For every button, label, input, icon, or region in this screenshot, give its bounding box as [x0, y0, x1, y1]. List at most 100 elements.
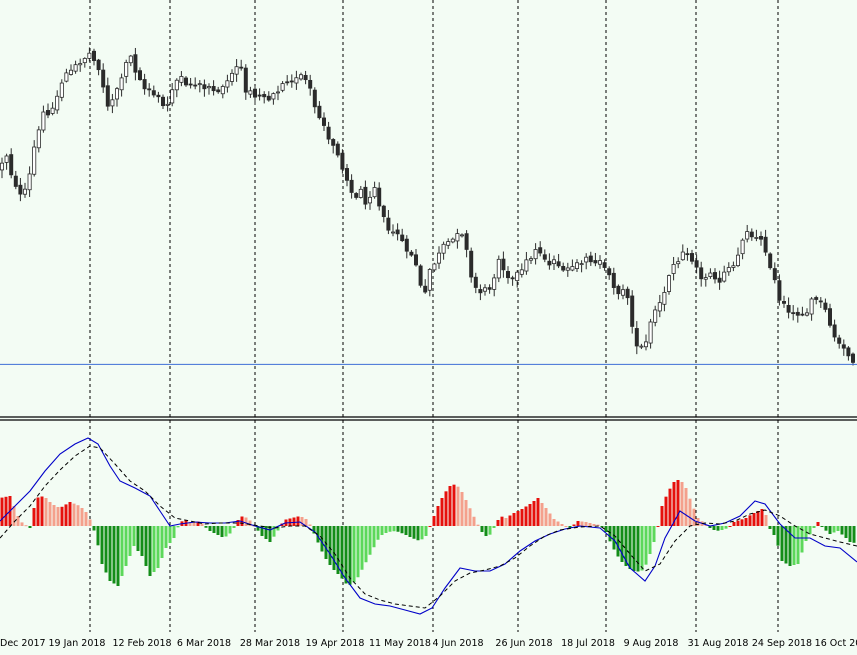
candle-body: [722, 271, 727, 282]
macd-histogram-bar: [140, 526, 144, 556]
candle-body: [616, 285, 621, 295]
candle-body: [602, 262, 607, 268]
candle-body: [165, 103, 170, 106]
macd-histogram-bar: [652, 526, 656, 542]
x-tick-label: 12 Feb 2018: [112, 638, 171, 649]
x-tick-label: 19 Jan 2018: [49, 638, 106, 649]
macd-histogram-bar: [796, 526, 800, 564]
candle-body: [814, 297, 819, 300]
candle-body: [505, 271, 510, 279]
candle[interactable]: [335, 141, 340, 158]
candle-body: [795, 311, 800, 316]
macd-histogram-bar: [56, 507, 60, 526]
candle[interactable]: [418, 264, 423, 288]
macd-histogram-bar: [244, 517, 248, 526]
candle-body: [413, 254, 418, 266]
candle-body: [156, 94, 161, 98]
macd-histogram-bar: [48, 502, 52, 526]
candle-body: [358, 188, 363, 198]
candle-body: [648, 321, 653, 344]
candle-body: [731, 265, 736, 268]
macd-histogram-bar: [740, 519, 744, 526]
candle[interactable]: [768, 252, 773, 270]
candle-body: [832, 324, 837, 338]
macd-histogram-bar: [848, 526, 852, 542]
macd-histogram-bar: [212, 526, 216, 533]
macd-histogram-bar: [368, 526, 372, 555]
macd-histogram-bar: [552, 519, 556, 526]
macd-histogram-bar: [100, 526, 104, 564]
macd-histogram-bar: [152, 526, 156, 572]
macd-histogram-bar: [176, 526, 180, 528]
candle-body: [625, 288, 630, 299]
macd-histogram-bar: [724, 526, 728, 529]
candle-body: [59, 82, 64, 98]
macd-histogram-bar: [760, 509, 764, 526]
macd-histogram-bar: [4, 496, 8, 526]
candle-body: [598, 260, 603, 265]
macd-histogram-bar: [388, 526, 392, 532]
candle-body: [510, 277, 515, 280]
macd-histogram-bar: [844, 526, 848, 538]
candle-body: [248, 90, 253, 95]
macd-histogram-bar: [644, 526, 648, 565]
candle-body: [229, 72, 234, 82]
macd-histogram-bar: [476, 524, 480, 526]
macd-histogram-bar: [192, 522, 196, 526]
candle-body: [36, 129, 41, 149]
candle-body: [547, 260, 552, 266]
macd-histogram-bar: [756, 511, 760, 526]
candle-body: [280, 83, 285, 91]
candle-body: [754, 237, 759, 239]
candle-body: [27, 173, 32, 191]
x-tick-label: 28 Mar 2018: [240, 638, 300, 649]
macd-histogram-bar: [456, 486, 460, 526]
candle-body: [13, 175, 18, 187]
candle-body: [349, 179, 354, 193]
macd-histogram-bar: [656, 526, 660, 527]
x-tick-label: 31 Aug 2018: [688, 638, 749, 649]
candle-body: [634, 328, 639, 347]
candle-body: [768, 253, 773, 269]
candle-body: [533, 249, 538, 260]
macd-histogram-bar: [852, 526, 856, 543]
macd-histogram-bar: [748, 515, 752, 526]
candle[interactable]: [667, 274, 672, 295]
candle-body: [119, 77, 124, 91]
candle-body: [759, 236, 764, 240]
macd-histogram-bar: [608, 526, 612, 542]
macd-histogram-bar: [0, 497, 4, 526]
x-tick-label: 18 Jul 2018: [561, 638, 615, 649]
candle-body: [653, 309, 658, 323]
macd-histogram-bar: [352, 526, 356, 583]
macd-histogram-bar: [28, 526, 32, 528]
candle-body: [690, 253, 695, 262]
candle-body: [487, 287, 492, 290]
candle-body: [206, 86, 211, 89]
candle-body: [473, 276, 478, 288]
candle[interactable]: [496, 255, 501, 283]
candle-body: [22, 188, 27, 195]
macd-histogram-bar: [64, 504, 68, 526]
candle-body: [193, 84, 198, 87]
macd-histogram-bar: [716, 526, 720, 531]
macd-histogram-bar: [136, 526, 140, 551]
macd-histogram-bar: [732, 522, 736, 526]
macd-histogram-bar: [776, 526, 780, 546]
macd-histogram-bar: [380, 526, 384, 535]
candle-body: [464, 233, 469, 250]
macd-histogram-bar: [532, 501, 536, 526]
macd-histogram-bar: [536, 498, 540, 526]
macd-histogram-bar: [648, 526, 652, 554]
macd-histogram-bar: [820, 526, 824, 527]
macd-histogram-bar: [164, 526, 168, 548]
candle-body: [423, 285, 428, 293]
macd-histogram-bar: [228, 526, 232, 534]
macd-histogram-bar: [148, 526, 152, 576]
macd-histogram-bar: [120, 526, 124, 576]
macd-histogram-bar: [36, 497, 40, 526]
candle[interactable]: [183, 76, 188, 87]
macd-histogram-bar: [640, 526, 644, 571]
macd-histogram-bar: [412, 526, 416, 539]
macd-histogram-bar: [432, 516, 436, 526]
